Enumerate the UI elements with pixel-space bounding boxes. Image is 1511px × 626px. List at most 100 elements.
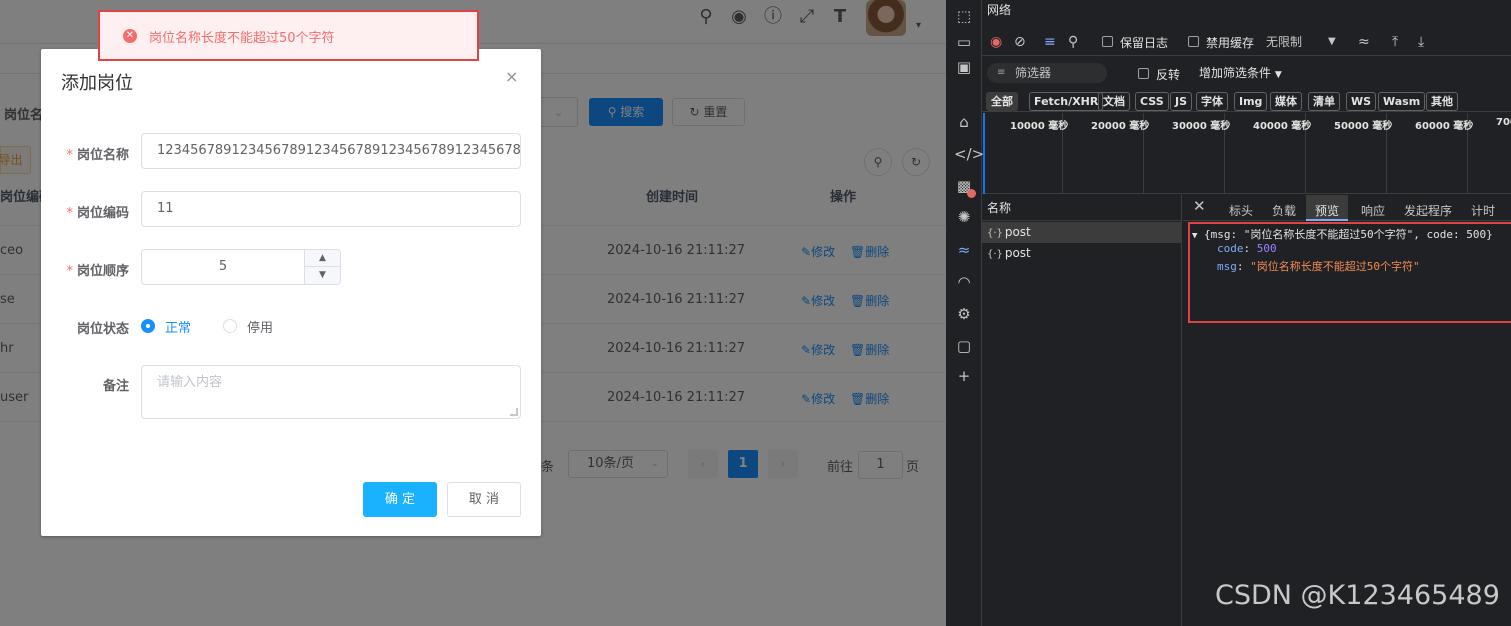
inspect-icon[interactable]: ⬚ — [954, 6, 974, 26]
import-har-icon[interactable]: ⤒ — [1392, 34, 1398, 50]
chevron-down-icon: ▼ — [1274, 70, 1282, 80]
request-row[interactable]: {·} post — [982, 222, 1182, 243]
panel-title[interactable]: 网络 — [987, 1, 1011, 18]
required-mark: * — [66, 206, 73, 221]
type-filter-all[interactable]: 全部 — [986, 92, 1018, 111]
type-filter-css[interactable]: CSS — [1135, 92, 1169, 111]
type-filter-js[interactable]: JS — [1170, 92, 1193, 111]
close-icon[interactable]: × — [505, 67, 518, 86]
detail-tabs: ✕ 标头 负载 预览 响应 发起程序 计时 — [1183, 195, 1511, 221]
type-filter-media[interactable]: 媒体 — [1270, 92, 1302, 111]
clear-icon[interactable]: ⊘ — [1014, 34, 1026, 50]
timeline-marker — [983, 113, 985, 194]
label-text: 岗位编码 — [76, 206, 129, 221]
type-filter-other[interactable]: 其他 — [1426, 92, 1458, 111]
request-list: 名称 {·} post {·} post — [982, 195, 1182, 626]
checkbox-label: 保留日志 — [1120, 36, 1169, 50]
device-toggle-icon[interactable]: ▭ — [954, 32, 974, 52]
column-header-name[interactable]: 名称 — [982, 195, 1182, 221]
resource-type-filters: 全部 Fetch/XHR 文档 CSS JS 字体 Img 媒体 清单 WS W… — [982, 90, 1511, 112]
tab-preview[interactable]: 预览 — [1306, 195, 1349, 221]
status-radio-normal[interactable]: 正常 — [141, 317, 201, 336]
confirm-button[interactable]: 确 定 — [363, 482, 437, 517]
preserve-log-checkbox[interactable]: 保留日志 — [1102, 35, 1172, 50]
elements-icon[interactable]: </> — [954, 144, 984, 164]
decrease-button[interactable]: ▼ — [304, 267, 340, 284]
label-post-order: * 岗位顺序 — [51, 260, 129, 279]
increase-button[interactable]: ▲ — [304, 250, 340, 267]
memory-chip-icon[interactable]: ⚙ — [954, 304, 974, 324]
type-filter-img[interactable]: Img — [1234, 92, 1268, 111]
checkbox-label: 反转 — [1156, 68, 1181, 82]
type-filter-wasm[interactable]: Wasm — [1378, 92, 1426, 111]
label-post-code: * 岗位编码 — [51, 202, 129, 221]
radio-label: 停用 — [247, 321, 274, 336]
app-page: ⚲ ◉ ⓘ ⤢ T ▾ 岗位名 ⌄ ⚲ 搜索 ↻ 重置 导出 ⚲ ↻ 岗位编码 … — [0, 0, 946, 626]
add-post-dialog: 添加岗位 × * 岗位名称 123456789123456789123456789… — [41, 49, 541, 536]
window-icon[interactable]: ▣ — [954, 57, 974, 77]
request-name: post — [1004, 246, 1031, 260]
tab-headers[interactable]: 标头 — [1229, 195, 1253, 221]
xhr-icon: {·} — [987, 249, 1003, 260]
tab-timing[interactable]: 计时 — [1471, 195, 1495, 221]
type-filter-manifest[interactable]: 清单 — [1308, 92, 1340, 111]
post-code-input[interactable]: 11 — [141, 191, 521, 227]
network-timeline-overview[interactable]: 10000 毫秒 20000 毫秒 30000 毫秒 40000 毫秒 5000… — [982, 113, 1511, 194]
type-filter-ws[interactable]: WS — [1346, 92, 1377, 111]
toast-message: 岗位名称长度不能超过50个字符 — [149, 31, 335, 46]
remark-textarea[interactable]: 请输入内容 — [141, 365, 521, 419]
type-filter-fetch-xhr[interactable]: Fetch/XHR — [1029, 92, 1104, 111]
watermark: CSDN @K123465489 — [1215, 580, 1500, 611]
filter-row: ≡ 筛选器 反转 增加筛选条件 ▼ — [982, 58, 1511, 88]
status-radio-disabled[interactable]: 停用 — [223, 317, 283, 336]
chevron-down-icon[interactable]: ▼ — [1328, 34, 1336, 50]
sources-bug-icon[interactable]: ✺ — [954, 207, 974, 227]
chevron-down-icon: ▼ — [319, 270, 326, 280]
timeline-tick-label: 10000 毫秒 — [1010, 121, 1069, 132]
network-toolbar: ◉ ⊘ ≡ ⚲ 保留日志 禁用缓存 无限制 ▼ ≈ ⤒ ⤓ — [982, 28, 1511, 56]
search-icon[interactable]: ⚲ — [1068, 34, 1078, 50]
request-row[interactable]: {·} post — [982, 243, 1182, 264]
performance-icon[interactable]: ◠ — [954, 272, 974, 292]
tab-initiator[interactable]: 发起程序 — [1404, 195, 1452, 221]
preview-key: code — [1217, 242, 1244, 255]
devtools-panel: ⬚ ▭ ▣ ⌂ </> ▩ ✺ ≈ ◠ ⚙ ▢ + 网络 ◉ ⊘ ≡ ⚲ 保留日… — [946, 0, 1511, 626]
network-conditions-icon[interactable]: ≈ — [1358, 34, 1370, 50]
network-wifi-icon[interactable]: ≈ — [954, 240, 974, 260]
more-filters-dropdown[interactable]: 增加筛选条件 ▼ — [1199, 64, 1282, 81]
close-icon[interactable]: ✕ — [1193, 197, 1206, 215]
cancel-button[interactable]: 取 消 — [447, 482, 521, 517]
add-panel-icon[interactable]: + — [954, 366, 974, 386]
error-badge-icon — [967, 189, 976, 198]
preview-colon: : — [1236, 260, 1251, 273]
export-har-icon[interactable]: ⤓ — [1418, 34, 1424, 50]
application-icon[interactable]: ▢ — [954, 336, 974, 356]
timeline-tick-label: 50000 毫秒 — [1334, 121, 1393, 132]
post-order-value[interactable]: 5 — [142, 250, 304, 284]
radio-unchecked-icon — [223, 319, 237, 333]
timeline-tick-label: 60000 毫秒 — [1415, 121, 1474, 132]
disable-cache-checkbox[interactable]: 禁用缓存 — [1188, 35, 1258, 50]
error-message-toast: ✕ 岗位名称长度不能超过50个字符 — [98, 10, 479, 61]
required-mark: * — [66, 148, 73, 163]
type-filter-font[interactable]: 字体 — [1196, 92, 1228, 111]
type-filter-doc[interactable]: 文档 — [1098, 92, 1130, 111]
filter-icon[interactable]: ≡ — [1044, 34, 1056, 50]
console-icon[interactable]: ▩ — [954, 176, 976, 198]
more-filters-label: 增加筛选条件 — [1199, 66, 1272, 80]
resize-handle-icon[interactable] — [510, 408, 518, 416]
dialog-title: 添加岗位 — [61, 73, 133, 94]
tab-response[interactable]: 响应 — [1361, 195, 1385, 221]
preview-summary-row[interactable]: ▼ {msg: "岗位名称长度不能超过50个字符", code: 500} — [1192, 226, 1493, 242]
invert-checkbox[interactable]: 反转 — [1138, 67, 1188, 82]
expand-triangle-icon: ▼ — [1192, 231, 1198, 241]
filter-input[interactable]: ≡ 筛选器 — [987, 63, 1107, 83]
post-order-stepper[interactable]: 5 ▲ ▼ — [141, 249, 341, 285]
timeline-tick-label: 40000 毫秒 — [1253, 121, 1312, 132]
home-icon[interactable]: ⌂ — [954, 112, 974, 132]
post-name-input[interactable]: 1234567891234567891234567891234567891234… — [141, 133, 521, 169]
preview-msg-value: "岗位名称长度不能超过50个字符" — [1250, 260, 1420, 273]
record-stop-icon[interactable]: ◉ — [990, 34, 1002, 50]
throttle-select[interactable]: 无限制 — [1266, 34, 1302, 50]
tab-payload[interactable]: 负载 — [1272, 195, 1296, 221]
